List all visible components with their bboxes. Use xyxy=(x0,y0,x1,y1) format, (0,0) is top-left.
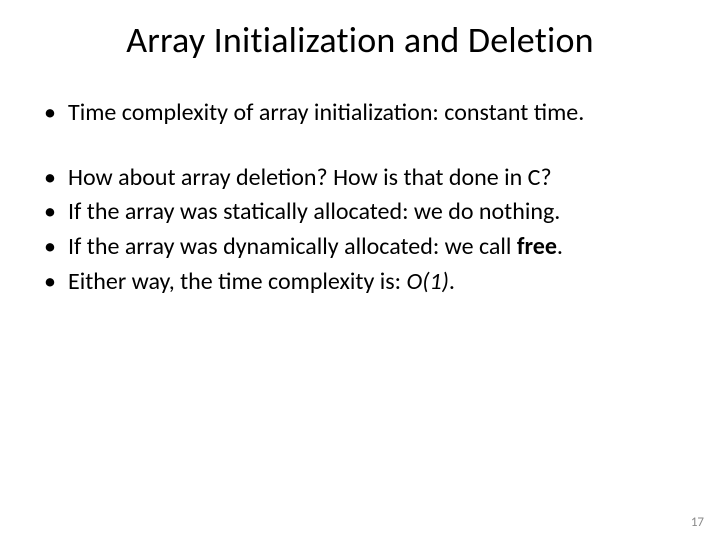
list-item: How about array deletion? How is that do… xyxy=(40,163,680,194)
list-item: Time complexity of array initialization:… xyxy=(40,98,680,129)
list-item: Either way, the time complexity is: O(1)… xyxy=(40,267,680,298)
list-item: If the array was statically allocated: w… xyxy=(40,197,680,228)
bullet-list: Time complexity of array initialization:… xyxy=(40,98,680,129)
text-bold: free xyxy=(517,232,557,261)
text-run: Either way, the time complexity is: xyxy=(68,267,406,296)
list-item: If the array was dynamically allocated: … xyxy=(40,232,680,263)
text-italic: O(1) xyxy=(406,267,448,296)
text-run: . xyxy=(557,232,563,261)
bullet-list: How about array deletion? How is that do… xyxy=(40,163,680,298)
slide: Array Initialization and Deletion Time c… xyxy=(0,0,720,540)
spacer xyxy=(40,133,680,163)
text-run: . xyxy=(449,267,455,296)
text-run: If the array was dynamically allocated: … xyxy=(68,232,517,261)
page-number: 17 xyxy=(691,515,704,530)
slide-title: Array Initialization and Deletion xyxy=(40,18,680,62)
